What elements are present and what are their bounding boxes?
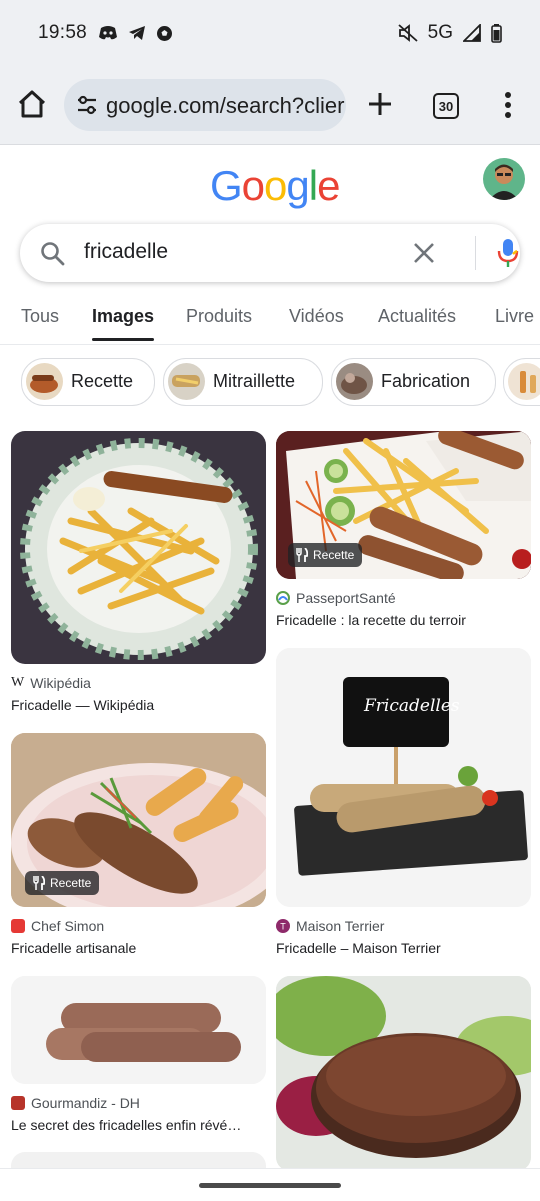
browser-toolbar: google.com/search?clier 30 bbox=[0, 66, 540, 145]
result-title[interactable]: Fricadelle : la recette du terroir bbox=[276, 612, 531, 628]
result-source[interactable]: T Maison Terrier bbox=[276, 918, 384, 934]
search-input[interactable]: fricadelle bbox=[84, 240, 168, 264]
status-time: 19:58 bbox=[38, 22, 88, 43]
new-tab-icon[interactable] bbox=[366, 90, 394, 118]
home-icon[interactable] bbox=[16, 88, 48, 120]
microphone-icon[interactable] bbox=[496, 238, 520, 268]
result-title[interactable]: Fricadelle artisanale bbox=[11, 940, 266, 956]
tab-count: 30 bbox=[438, 98, 454, 114]
overflow-menu-icon[interactable] bbox=[500, 90, 516, 120]
source-label: Wikipédia bbox=[30, 675, 91, 691]
chip-thumbnail bbox=[26, 363, 63, 400]
account-avatar[interactable] bbox=[483, 158, 525, 200]
telegram-icon bbox=[129, 26, 145, 40]
recette-badge: Recette bbox=[288, 543, 363, 567]
logo-letter: l bbox=[308, 162, 318, 209]
search-box[interactable]: fricadelle bbox=[20, 224, 520, 282]
chip-label: Fabrication bbox=[381, 371, 471, 391]
search-tabs: Tous Images Produits Vidéos Actualités L… bbox=[0, 296, 540, 345]
site-settings-icon[interactable] bbox=[76, 94, 98, 116]
result-image-passeportsante[interactable]: Recette bbox=[276, 431, 531, 579]
result-image-gourmandiz[interactable] bbox=[11, 976, 266, 1084]
tab-produits[interactable]: Produits bbox=[186, 306, 252, 327]
tab-images[interactable]: Images bbox=[92, 306, 155, 341]
tab-videos[interactable]: Vidéos bbox=[289, 306, 344, 327]
address-bar[interactable]: google.com/search?clier bbox=[64, 79, 346, 131]
result-title[interactable]: Fricadelle – Maison Terrier bbox=[276, 940, 531, 956]
clear-icon[interactable] bbox=[413, 242, 435, 264]
wikipedia-icon: W bbox=[11, 675, 25, 690]
tab-actualites[interactable]: Actualités bbox=[378, 306, 456, 327]
result-image-maisonterrier[interactable]: Fricadelles bbox=[276, 648, 531, 907]
mute-icon bbox=[398, 24, 418, 42]
svg-text:T: T bbox=[280, 922, 286, 932]
source-label: PasseportSanté bbox=[296, 590, 396, 606]
battery-icon bbox=[491, 23, 502, 43]
chip-thumbnail bbox=[336, 363, 373, 400]
result-title[interactable]: Fricadelle — Wikipédia bbox=[11, 697, 266, 713]
source-label: Maison Terrier bbox=[296, 918, 385, 934]
chip-fabrication[interactable]: Fabrication bbox=[331, 358, 496, 406]
source-label: Gourmandiz - DH bbox=[31, 1095, 140, 1111]
signal-icon bbox=[463, 24, 481, 42]
logo-letter: g bbox=[286, 162, 309, 209]
chip-label: Recette bbox=[71, 371, 134, 391]
chip-recette[interactable]: Recette bbox=[21, 358, 155, 406]
status-bar: 19:58 5G bbox=[0, 0, 540, 66]
tab-switcher-button[interactable]: 30 bbox=[433, 93, 459, 119]
badge-label: Recette bbox=[313, 548, 355, 562]
chefsimon-icon bbox=[11, 919, 25, 933]
home-gesture-handle[interactable] bbox=[199, 1183, 341, 1188]
result-image-chefsimon[interactable]: Recette bbox=[11, 733, 266, 907]
logo-letter: G bbox=[210, 162, 243, 209]
result-source[interactable]: Gourmandiz - DH bbox=[11, 1095, 140, 1111]
maisonterrier-icon: T bbox=[276, 919, 290, 933]
result-source[interactable]: PasseportSanté bbox=[276, 590, 396, 606]
tab-livres[interactable]: Livre bbox=[495, 306, 534, 327]
logo-letter: o bbox=[241, 162, 265, 209]
result-source[interactable]: W Wikipédia bbox=[11, 675, 91, 691]
result-image-wikipedia[interactable] bbox=[11, 431, 266, 664]
football-icon bbox=[157, 26, 172, 41]
search-divider bbox=[475, 236, 476, 270]
chip-label: Mitraillette bbox=[213, 371, 296, 391]
chip-more[interactable] bbox=[503, 358, 540, 406]
system-nav-bar bbox=[0, 1168, 540, 1201]
network-label: 5G bbox=[427, 22, 453, 43]
gourmandiz-icon bbox=[11, 1096, 25, 1110]
fricadelles-sign-image bbox=[276, 648, 531, 907]
fork-knife-icon bbox=[33, 876, 45, 890]
chip-thumbnail bbox=[508, 363, 540, 400]
source-label: Chef Simon bbox=[31, 918, 105, 934]
raw-fricadelles-image bbox=[11, 976, 266, 1084]
chip-thumbnail bbox=[168, 363, 205, 400]
fork-knife-icon bbox=[296, 548, 308, 562]
search-icon bbox=[41, 242, 65, 266]
recette-badge: Recette bbox=[25, 871, 100, 895]
avatar-image bbox=[489, 164, 519, 200]
logo-letter: o bbox=[264, 162, 287, 209]
result-image-burger[interactable] bbox=[276, 976, 531, 1171]
badge-label: Recette bbox=[50, 876, 92, 890]
result-title[interactable]: Le secret des fricadelles enfin révé… bbox=[11, 1117, 266, 1133]
tab-tous[interactable]: Tous bbox=[21, 306, 59, 327]
fricadelle-patty-image bbox=[276, 976, 531, 1171]
discord-icon bbox=[99, 26, 117, 40]
fricadelle-plate-image bbox=[20, 438, 258, 660]
passeportsante-icon bbox=[276, 591, 290, 605]
logo-letter: e bbox=[317, 162, 340, 209]
google-logo[interactable]: Google bbox=[210, 162, 340, 210]
sign-text: Fricadelles bbox=[364, 696, 460, 716]
result-source[interactable]: Chef Simon bbox=[11, 918, 104, 934]
url-text[interactable]: google.com/search?clier bbox=[106, 93, 344, 119]
chip-mitraillette[interactable]: Mitraillette bbox=[163, 358, 323, 406]
